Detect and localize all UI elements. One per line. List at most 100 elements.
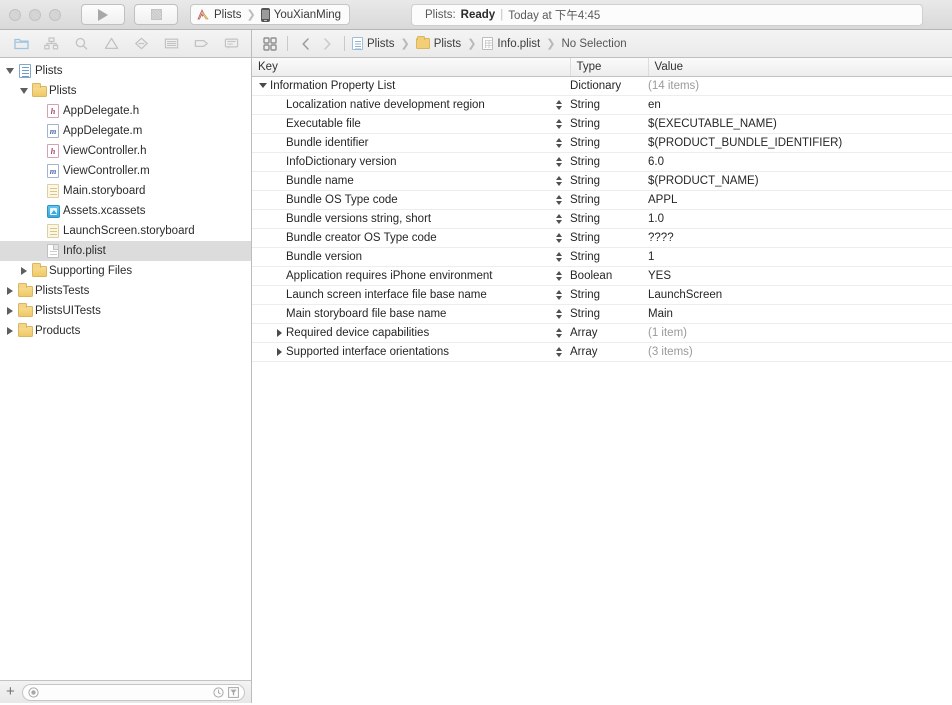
sidebar-item-report-navigator[interactable]	[216, 31, 246, 57]
sidebar-item-pliststests[interactable]: PlistsTests	[0, 281, 251, 301]
disclosure-triangle-closed-icon[interactable]	[3, 327, 16, 335]
cell-value[interactable]: Main	[648, 304, 952, 324]
value-stepper[interactable]	[548, 190, 571, 210]
sidebar-item-plists[interactable]: Plists	[0, 81, 251, 101]
sidebar-item-info-plist[interactable]: Info.plist	[0, 241, 251, 261]
cell-key[interactable]: Required device capabilities	[252, 323, 548, 343]
breadcrumb-item-file[interactable]: Info.plist	[482, 37, 540, 50]
table-row[interactable]: Bundle creator OS Type code String????	[252, 228, 952, 248]
cell-key[interactable]: Supported interface orientations	[252, 342, 548, 362]
disclosure-triangle-open-icon[interactable]	[3, 68, 16, 74]
cell-key[interactable]: Bundle creator OS Type code	[252, 228, 548, 248]
cell-type[interactable]: String	[570, 152, 649, 172]
sidebar-item-test-navigator[interactable]	[126, 31, 156, 57]
cell-key[interactable]: Bundle OS Type code	[252, 190, 548, 210]
zoom-button[interactable]	[49, 8, 61, 21]
cell-type[interactable]: Array	[570, 342, 649, 362]
value-stepper[interactable]	[548, 342, 571, 362]
cell-type[interactable]: String	[570, 95, 649, 115]
cell-type[interactable]: Array	[570, 323, 649, 343]
navigate-back-button[interactable]	[295, 33, 316, 55]
table-row[interactable]: Bundle identifier String $(PRODUCT_BUNDLE_…	[252, 133, 952, 153]
disclosure-triangle-closed-icon[interactable]	[3, 287, 16, 295]
cell-value[interactable]: (3 items)	[648, 342, 952, 362]
sidebar-item-viewcontroller-m[interactable]: m ViewController.m	[0, 161, 251, 181]
disclosure-triangle-closed-icon[interactable]	[272, 347, 286, 356]
cell-key[interactable]: InfoDictionary version	[252, 152, 548, 172]
cell-value[interactable]: LaunchScreen	[648, 285, 952, 305]
cell-type[interactable]: String	[570, 228, 649, 248]
cell-value[interactable]: YES	[648, 266, 952, 286]
cell-key[interactable]: Executable file	[252, 114, 548, 134]
table-row[interactable]: Supported interface orientations Array (3 …	[252, 342, 952, 362]
sidebar-item-plistsuitests[interactable]: PlistsUITests	[0, 301, 251, 321]
breadcrumb-item-project[interactable]: Plists	[352, 37, 394, 50]
cell-key[interactable]: Localization native development region	[252, 95, 548, 115]
value-stepper[interactable]	[548, 95, 571, 115]
cell-type[interactable]: String	[570, 190, 649, 210]
cell-type[interactable]: String	[570, 133, 649, 153]
cell-key[interactable]: Bundle version	[252, 247, 548, 267]
value-stepper[interactable]	[548, 304, 571, 324]
cell-value[interactable]: $(PRODUCT_NAME)	[648, 171, 952, 191]
cell-value[interactable]: 6.0	[648, 152, 952, 172]
sidebar-item-appdelegate-h[interactable]: h AppDelegate.h	[0, 101, 251, 121]
table-row[interactable]: Application requires iPhone environment B…	[252, 266, 952, 286]
sidebar-item-plists[interactable]: Plists	[0, 61, 251, 81]
filter-field[interactable]	[21, 683, 245, 701]
value-stepper[interactable]	[548, 228, 571, 248]
sidebar-item-find-navigator[interactable]	[66, 31, 96, 57]
sidebar-item-supporting-files[interactable]: Supporting Files	[0, 261, 251, 281]
table-row[interactable]: Bundle versions string, short String 1.0	[252, 209, 952, 229]
value-stepper[interactable]	[548, 209, 571, 229]
cell-value[interactable]: APPL	[648, 190, 952, 210]
add-file-button[interactable]: +	[6, 684, 15, 701]
value-stepper[interactable]	[548, 266, 571, 286]
disclosure-triangle-closed-icon[interactable]	[17, 267, 30, 275]
cell-value[interactable]: (14 items)	[648, 76, 952, 96]
table-row[interactable]: InfoDictionary version String 6.0	[252, 152, 952, 172]
cell-key[interactable]: Bundle versions string, short	[252, 209, 548, 229]
clock-icon[interactable]	[213, 686, 224, 698]
table-row[interactable]: Bundle OS Type code String APPL	[252, 190, 952, 210]
cell-type[interactable]: String	[570, 114, 649, 134]
stop-button[interactable]	[134, 4, 178, 25]
cell-key[interactable]: Bundle name	[252, 171, 548, 191]
related-items-button[interactable]	[259, 33, 280, 55]
sidebar-item-main-storyboard[interactable]: Main.storyboard	[0, 181, 251, 201]
sidebar-item-debug-navigator[interactable]	[156, 31, 186, 57]
cell-value[interactable]: $(PRODUCT_BUNDLE_IDENTIFIER)	[648, 133, 952, 153]
run-button[interactable]	[81, 4, 125, 25]
cell-type[interactable]: Dictionary	[570, 76, 649, 96]
column-header-type[interactable]: Type	[570, 58, 649, 77]
cell-value[interactable]: $(EXECUTABLE_NAME)	[648, 114, 952, 134]
table-row[interactable]: Required device capabilities Array (1 item…	[252, 323, 952, 343]
minimize-button[interactable]	[29, 8, 41, 21]
cell-value[interactable]: en	[648, 95, 952, 115]
scheme-selector[interactable]: Plists ❯ YouXianMing	[190, 4, 351, 25]
value-stepper[interactable]	[548, 152, 571, 172]
sidebar-item-launchscreen-storyboard[interactable]: LaunchScreen.storyboard	[0, 221, 251, 241]
cell-value[interactable]: 1.0	[648, 209, 952, 229]
cell-key[interactable]: Launch screen interface file base name	[252, 285, 548, 305]
breadcrumb-item-selection[interactable]: No Selection	[561, 38, 626, 50]
sidebar-item-appdelegate-m[interactable]: m AppDelegate.m	[0, 121, 251, 141]
sidebar-item-project-navigator[interactable]	[6, 31, 36, 57]
cell-type[interactable]: String	[570, 209, 649, 229]
cell-key[interactable]: Application requires iPhone environment	[252, 266, 548, 286]
navigate-forward-button[interactable]	[316, 33, 337, 55]
cell-key[interactable]: Bundle identifier	[252, 133, 548, 153]
cell-type[interactable]: String	[570, 304, 649, 324]
table-row[interactable]: Bundle version String 1	[252, 247, 952, 267]
cell-type[interactable]: String	[570, 285, 649, 305]
value-stepper[interactable]	[548, 171, 571, 191]
sidebar-item-breakpoint-navigator[interactable]	[186, 31, 216, 57]
cell-value[interactable]: 1	[648, 247, 952, 267]
table-row[interactable]: Localization native development region St…	[252, 95, 952, 115]
value-stepper[interactable]	[548, 247, 571, 267]
cell-value[interactable]: ????	[648, 228, 952, 248]
sidebar-item-assets-xcassets[interactable]: Assets.xcassets	[0, 201, 251, 221]
disclosure-triangle-closed-icon[interactable]	[3, 307, 16, 315]
disclosure-triangle-open-icon[interactable]	[17, 88, 30, 94]
value-stepper[interactable]	[548, 114, 571, 134]
